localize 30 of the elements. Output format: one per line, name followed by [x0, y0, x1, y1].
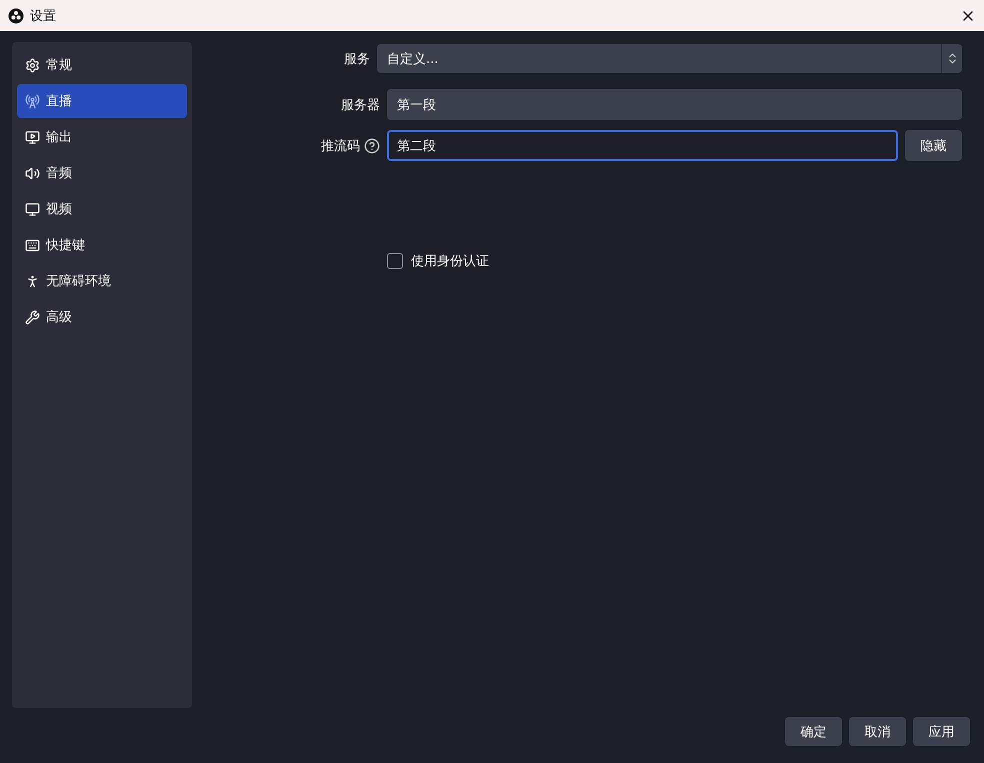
sidebar-item[interactable]: 音频 [17, 156, 187, 190]
help-icon[interactable] [364, 138, 380, 154]
sidebar-item[interactable]: 快捷键 [17, 228, 187, 262]
server-field[interactable]: 第一段 [387, 89, 962, 120]
dialog-button[interactable]: 应用 [913, 717, 970, 746]
sidebar-item[interactable]: 高级 [17, 300, 187, 334]
dialog-button[interactable]: 取消 [849, 717, 906, 746]
sidebar-item[interactable]: 视频 [17, 192, 187, 226]
gear-icon [25, 58, 40, 72]
sidebar-item[interactable]: 常规 [17, 48, 187, 82]
dialog-button[interactable]: 确定 [785, 717, 842, 746]
checkbox-label: 使用身份认证 [411, 253, 489, 270]
field-label: 服务器 [341, 96, 380, 114]
sidebar-item[interactable]: 直播 [17, 84, 187, 118]
keyboard-icon [25, 238, 40, 252]
service-select[interactable]: 自定义... [377, 44, 962, 73]
checkbox[interactable] [387, 253, 403, 269]
stream-key-field[interactable]: 第二段 [387, 130, 898, 161]
speaker-icon [25, 166, 40, 180]
sidebar-item[interactable]: 输出 [17, 120, 187, 154]
sidebar-item[interactable]: 无障碍环境 [17, 264, 187, 298]
field-label: 服务 [344, 50, 370, 68]
hide-button[interactable]: 隐藏 [905, 130, 962, 161]
field-label: 推流码 [321, 138, 360, 154]
person-icon [25, 274, 40, 288]
window-title: 设置 [30, 8, 57, 24]
antenna-icon [25, 94, 40, 108]
monitor-icon [25, 202, 40, 216]
tools-icon [25, 310, 40, 324]
app-logo-icon [8, 8, 24, 24]
